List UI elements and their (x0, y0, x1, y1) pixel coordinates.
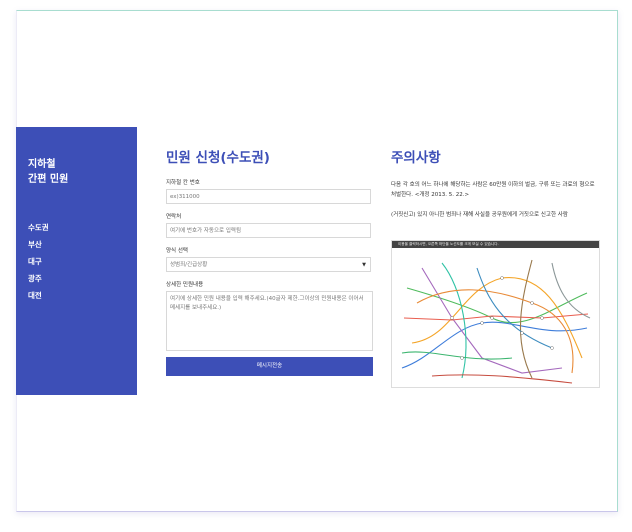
detail-label: 상세한 민원내용 (166, 282, 204, 288)
notice-text-1: 다음 각 호의 어느 하나에 해당하는 사람은 60만원 이하의 벌금, 구류 … (391, 182, 595, 198)
type-label: 양식 선택 (166, 248, 188, 254)
subway-map-image[interactable]: 이용을 클릭하시면, 오른쪽 하단을 노선도를 크게 보실 수 있습니다. (391, 240, 600, 388)
sidebar-item-seoul[interactable]: 수도권 (28, 219, 49, 236)
car-number-label: 지하철 칸 번호 (166, 180, 200, 186)
contact-input[interactable]: 여기에 번호가 자동으로 입력됨 (166, 223, 371, 238)
complaint-form: 민원 신청(수도권) 지하철 칸 번호 ex)311000 연락처 여기에 번호… (166, 150, 373, 376)
subway-map-drawing (401, 259, 591, 384)
notice-text-2: (거짓신고) 있지 아니한 범죄나 재해 사실을 공무원에게 거짓으로 신고한 … (391, 212, 568, 218)
contact-label: 연락처 (166, 214, 182, 220)
sidebar-title: 지하철 간편 민원 (28, 157, 68, 187)
sidebar-title-line2: 간편 민원 (28, 174, 69, 185)
sidebar-item-busan[interactable]: 부산 (28, 236, 49, 253)
sidebar-title-line1: 지하철 (28, 159, 56, 170)
caret-down-icon: ▼ (362, 262, 366, 268)
sidebar-item-daejeon[interactable]: 대전 (28, 287, 49, 304)
form-heading: 민원 신청(수도권) (166, 150, 270, 166)
notice-heading: 주의사항 (391, 150, 441, 166)
map-caption: 이용을 클릭하시면, 오른쪽 하단을 노선도를 크게 보실 수 있습니다. (392, 241, 599, 248)
sidebar: 지하철 간편 민원 수도권 부산 대구 광주 대전 (16, 127, 137, 395)
type-select-value: 성범죄/긴급상황 (170, 262, 208, 268)
detail-textarea[interactable]: 여기에 상세한 민원 내용을 입력 해주세요.(40글자 제한.그이상의 민원내… (166, 291, 373, 351)
sidebar-item-gwangju[interactable]: 광주 (28, 270, 49, 287)
type-select[interactable]: 성범죄/긴급상황 ▼ (166, 257, 371, 272)
notice-section: 주의사항 다음 각 호의 어느 하나에 해당하는 사람은 60만원 이하의 벌금… (391, 150, 598, 220)
send-message-button[interactable]: 메시지전송 (166, 357, 373, 376)
sidebar-nav: 수도권 부산 대구 광주 대전 (28, 219, 49, 304)
sidebar-item-daegu[interactable]: 대구 (28, 253, 49, 270)
car-number-input[interactable]: ex)311000 (166, 189, 371, 204)
